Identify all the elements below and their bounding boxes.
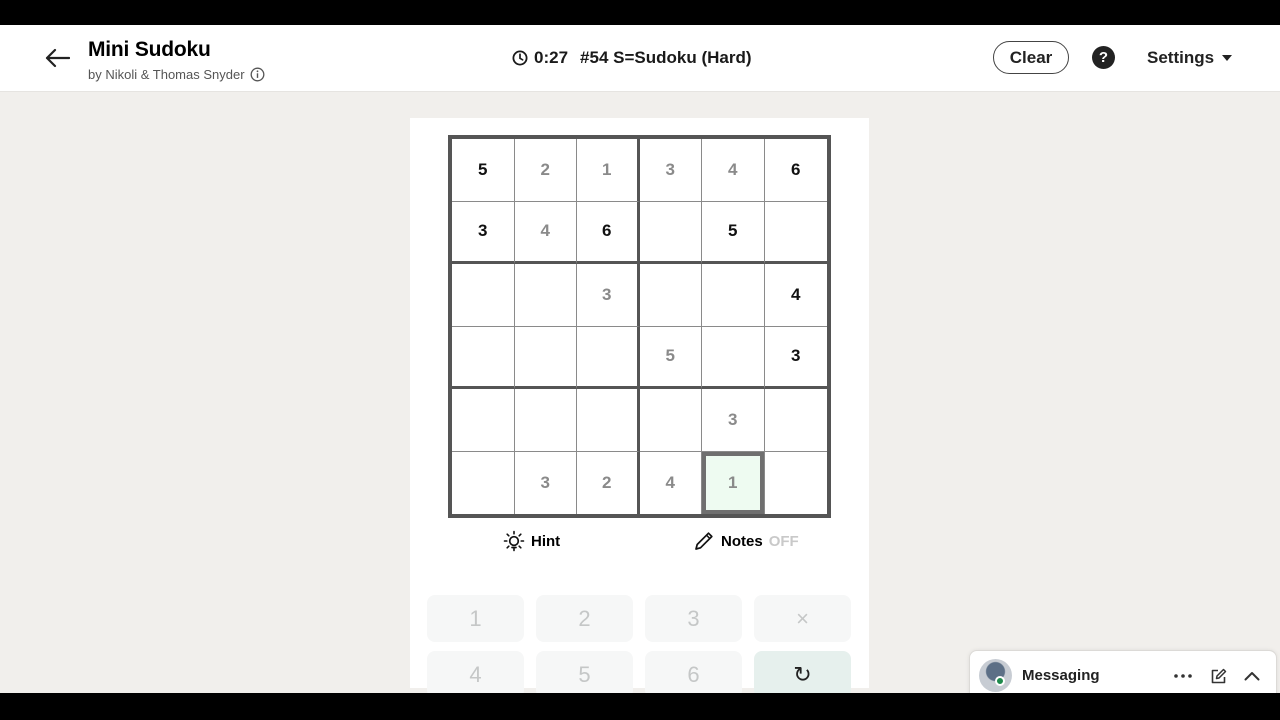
- grid-cell-r5c5[interactable]: 3: [702, 389, 765, 452]
- avatar[interactable]: [979, 659, 1012, 692]
- chevron-up-icon[interactable]: [1242, 666, 1262, 686]
- grid-cell-r6c6[interactable]: [765, 452, 828, 515]
- key-5[interactable]: 5: [536, 651, 633, 693]
- undo-button[interactable]: ↻: [754, 651, 851, 693]
- grid-cell-r1c1[interactable]: 5: [452, 139, 515, 202]
- info-icon[interactable]: [250, 67, 265, 82]
- notes-state: OFF: [768, 532, 799, 550]
- grid-cell-r3c6[interactable]: 4: [764, 264, 827, 327]
- grid-cell-r1c4[interactable]: 3: [639, 139, 702, 202]
- key-2[interactable]: 2: [536, 595, 633, 642]
- caret-down-icon: [1222, 55, 1233, 61]
- grid-cell-r1c6[interactable]: 6: [764, 139, 827, 202]
- grid-cell-r4c2[interactable]: [514, 326, 577, 389]
- app-frame: Mini Sudoku by Nikoli & Thomas Snyder 0:…: [0, 25, 1280, 693]
- grid-cell-r3c1[interactable]: [452, 264, 515, 327]
- erase-button[interactable]: ×: [754, 595, 851, 642]
- presence-indicator: [995, 676, 1005, 686]
- key-3[interactable]: 3: [645, 595, 742, 642]
- grid-cell-r1c2[interactable]: 2: [514, 139, 577, 202]
- grid-cell-r6c2[interactable]: 3: [515, 451, 577, 514]
- settings-label: Settings: [1147, 48, 1215, 67]
- clear-button[interactable]: Clear: [993, 41, 1069, 74]
- pencil-icon: [693, 530, 715, 552]
- grid-cell-r4c6[interactable]: 3: [764, 327, 827, 389]
- tool-row: Hint Notes OFF: [410, 530, 869, 556]
- messaging-label: Messaging: [1022, 667, 1100, 684]
- arrow-left-icon: [45, 48, 70, 68]
- byline-text: by Nikoli & Thomas Snyder: [88, 67, 245, 82]
- grid-cell-r1c5[interactable]: 4: [702, 139, 765, 202]
- grid-cell-r2c6[interactable]: [764, 202, 827, 264]
- notes-label: Notes: [721, 532, 763, 550]
- grid-cell-r6c1[interactable]: [452, 451, 515, 514]
- grid-cell-r3c4[interactable]: [639, 264, 702, 327]
- grid-cell-r2c2[interactable]: 4: [514, 201, 577, 264]
- grid-cell-r4c4[interactable]: 5: [639, 326, 702, 389]
- game-header: Mini Sudoku by Nikoli & Thomas Snyder 0:…: [0, 25, 1280, 92]
- grid-cell-r2c3[interactable]: 6: [577, 201, 640, 264]
- grid-cell-r5c3[interactable]: [577, 389, 640, 452]
- grid-cell-r5c2[interactable]: [514, 389, 577, 452]
- clock-icon: [512, 50, 528, 66]
- game-panel: 5213463465345333241 Hint Notes OFF 1 2 3…: [410, 118, 869, 693]
- notes-toggle[interactable]: Notes OFF: [693, 530, 799, 552]
- sudoku-grid: 5213463465345333241: [448, 135, 831, 518]
- settings-button[interactable]: Settings: [1147, 48, 1233, 68]
- grid-cell-r4c5[interactable]: [702, 326, 765, 389]
- hint-button[interactable]: Hint: [503, 530, 560, 552]
- page-title: Mini Sudoku: [88, 38, 211, 61]
- grid-cell-r2c5[interactable]: 5: [702, 201, 765, 264]
- hint-label: Hint: [531, 532, 561, 550]
- grid-cell-r6c5[interactable]: 1: [702, 451, 765, 514]
- timer: 0:27: [534, 48, 569, 67]
- puzzle-label: #54 S=Sudoku (Hard): [580, 48, 752, 67]
- grid-cell-r4c1[interactable]: [452, 326, 515, 389]
- grid-cell-r6c4[interactable]: 4: [640, 451, 702, 514]
- grid-cell-r2c4[interactable]: [639, 201, 702, 264]
- grid-cell-r1c3[interactable]: 1: [577, 139, 640, 202]
- key-1[interactable]: 1: [427, 595, 524, 642]
- grid-cell-r6c3[interactable]: 2: [577, 451, 640, 514]
- messaging-bar[interactable]: Messaging: [969, 650, 1277, 693]
- bottom-letterbox: [0, 693, 1280, 720]
- grid-cell-r5c4[interactable]: [639, 389, 702, 452]
- grid-cell-r4c3[interactable]: [577, 326, 640, 389]
- grid-cell-r3c3[interactable]: 3: [577, 264, 640, 327]
- key-4[interactable]: 4: [427, 651, 524, 693]
- byline: by Nikoli & Thomas Snyder: [88, 67, 265, 82]
- help-icon[interactable]: ?: [1092, 46, 1115, 69]
- compose-icon[interactable]: [1208, 666, 1228, 686]
- grid-cell-r3c5[interactable]: [702, 264, 765, 327]
- grid-cell-r5c1[interactable]: [452, 389, 515, 452]
- grid-cell-r5c6[interactable]: [764, 389, 827, 452]
- more-options-icon[interactable]: [1173, 666, 1193, 686]
- key-6[interactable]: 6: [645, 651, 742, 693]
- back-button[interactable]: [40, 43, 74, 73]
- game-status: 0:27 #54 S=Sudoku (Hard): [512, 48, 752, 68]
- lightbulb-icon: [503, 530, 525, 552]
- grid-cell-r3c2[interactable]: [514, 264, 577, 327]
- grid-cell-r2c1[interactable]: 3: [452, 201, 515, 264]
- number-keypad: 1 2 3 × 4 5 6 ↻: [427, 595, 852, 693]
